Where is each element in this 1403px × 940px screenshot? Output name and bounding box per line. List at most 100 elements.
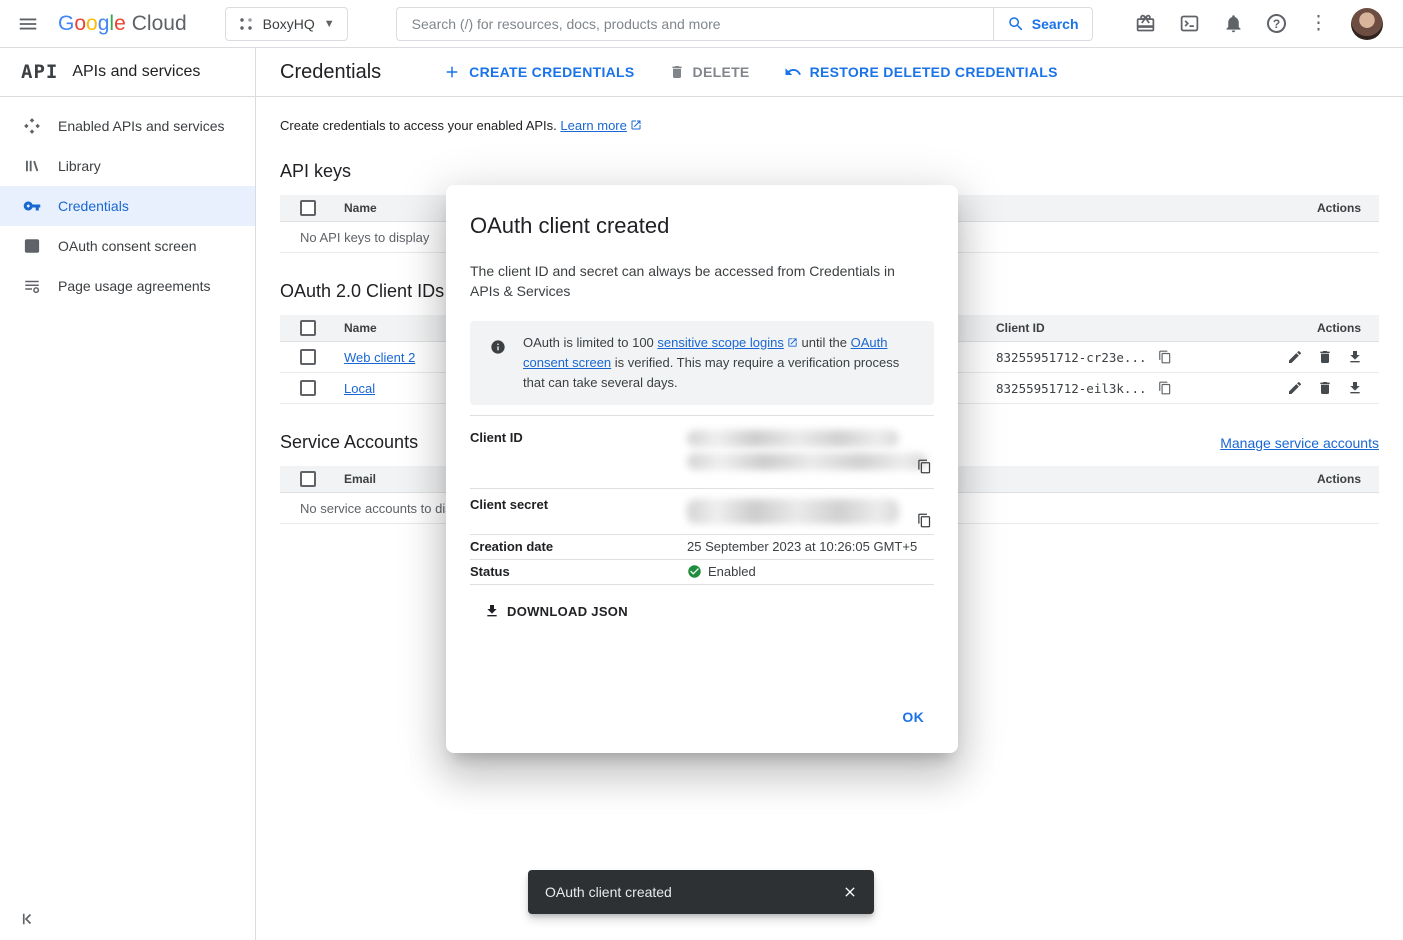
consent-screen-icon <box>23 237 41 255</box>
restore-deleted-credentials-button[interactable]: RESTORE DELETED CREDENTIALS <box>784 63 1058 81</box>
redacted-client-secret <box>687 499 899 524</box>
client-name-link[interactable]: Web client 2 <box>344 350 415 365</box>
key-icon <box>23 197 41 215</box>
service-accounts-section-title: Service Accounts <box>280 432 418 453</box>
ok-button[interactable]: OK <box>894 703 932 731</box>
sidebar-item-label: Enabled APIs and services <box>58 118 225 134</box>
notifications-bell-icon[interactable] <box>1223 13 1244 34</box>
collapse-sidebar-icon[interactable] <box>20 910 38 928</box>
edit-icon[interactable] <box>1287 349 1303 365</box>
column-header-actions: Actions <box>1317 201 1379 215</box>
sensitive-scope-logins-link[interactable]: sensitive scope logins <box>657 335 783 350</box>
client-secret-label: Client secret <box>470 497 687 524</box>
cloud-shell-icon[interactable] <box>1179 13 1200 34</box>
copy-client-id-icon[interactable] <box>917 459 932 474</box>
project-icon <box>238 16 254 32</box>
client-secret-row: Client secret <box>470 488 934 534</box>
page-header: Credentials CREATE CREDENTIALS DELETE RE… <box>256 48 1403 97</box>
client-id-label: Client ID <box>470 430 687 470</box>
status-check-icon <box>687 564 702 579</box>
sidebar-title: APIs and services <box>72 63 200 81</box>
delete-icon[interactable] <box>1317 349 1333 365</box>
plus-icon <box>443 63 461 81</box>
copy-icon[interactable] <box>1158 381 1172 395</box>
client-id-value: 83255951712-cr23e... <box>996 350 1147 365</box>
info-icon <box>490 339 506 393</box>
sidebar-item-library[interactable]: Library <box>0 146 255 186</box>
search-icon <box>1007 15 1025 33</box>
sidebar-header: API APIs and services <box>0 48 255 97</box>
dialog-title: OAuth client created <box>470 213 934 239</box>
client-id-row: Client ID <box>470 415 934 488</box>
header-checkbox[interactable] <box>300 471 316 487</box>
sidebar-item-label: Library <box>58 158 101 174</box>
api-keys-section-title: API keys <box>280 161 1379 182</box>
download-json-button[interactable]: DOWNLOAD JSON <box>476 597 636 625</box>
dialog-body: The client ID and secret can always be a… <box>470 261 918 301</box>
agreements-icon <box>23 277 41 295</box>
sidebar-item-label: Page usage agreements <box>58 278 211 294</box>
delete-icon[interactable] <box>1317 380 1333 396</box>
download-icon[interactable] <box>1347 380 1363 396</box>
delete-button[interactable]: DELETE <box>669 64 750 80</box>
header-checkbox[interactable] <box>300 320 316 336</box>
caret-down-icon: ▼ <box>324 18 335 30</box>
external-link-icon <box>630 119 642 131</box>
search-input[interactable] <box>396 7 993 41</box>
oauth-client-created-dialog: OAuth client created The client ID and s… <box>446 185 958 753</box>
topbar: Google Cloud BoxyHQ ▼ Search ? ⋮ <box>0 0 1403 48</box>
sidebar-nav: Enabled APIs and services Library Creden… <box>0 97 255 306</box>
search-bar: Search <box>396 7 1093 41</box>
more-vert-icon[interactable]: ⋮ <box>1309 14 1328 33</box>
search-button[interactable]: Search <box>993 7 1093 41</box>
notice-text: OAuth is limited to 100 sensitive scope … <box>523 333 918 393</box>
manage-service-accounts-link[interactable]: Manage service accounts <box>1220 435 1379 451</box>
dialog-fields: Client ID Client secret Creation date 25… <box>470 415 934 585</box>
status-label: Status <box>470 564 687 579</box>
client-name-link[interactable]: Local <box>344 381 375 396</box>
redacted-client-id <box>687 430 899 447</box>
sidebar-item-label: OAuth consent screen <box>58 238 197 254</box>
learn-more-link[interactable]: Learn more <box>560 118 626 133</box>
enabled-apis-icon <box>23 117 41 135</box>
sidebar-item-oauth-consent[interactable]: OAuth consent screen <box>0 226 255 266</box>
copy-client-secret-icon[interactable] <box>917 513 932 528</box>
notice-panel: OAuth is limited to 100 sensitive scope … <box>470 321 934 405</box>
trash-icon <box>669 64 685 80</box>
sidebar-item-page-usage[interactable]: Page usage agreements <box>0 266 255 306</box>
row-checkbox[interactable] <box>300 349 316 365</box>
hamburger-menu-icon[interactable] <box>0 0 56 48</box>
sidebar-item-label: Credentials <box>58 198 129 214</box>
status-value: Enabled <box>708 564 756 579</box>
google-cloud-logo: Google Cloud <box>58 12 187 36</box>
library-icon <box>23 157 41 175</box>
project-name: BoxyHQ <box>263 16 315 32</box>
download-json-icon <box>484 603 500 619</box>
column-header-client-id: Client ID <box>996 321 1249 335</box>
external-link-icon <box>787 337 798 348</box>
create-credentials-button[interactable]: CREATE CREDENTIALS <box>443 63 634 81</box>
redacted-client-id <box>687 453 927 470</box>
sidebar-item-credentials[interactable]: Credentials <box>0 186 255 226</box>
help-icon[interactable]: ? <box>1267 14 1286 33</box>
topbar-actions: ? ⋮ <box>1135 8 1403 40</box>
edit-icon[interactable] <box>1287 380 1303 396</box>
download-icon[interactable] <box>1347 349 1363 365</box>
header-checkbox[interactable] <box>300 200 316 216</box>
client-id-value: 83255951712-eil3k... <box>996 381 1147 396</box>
copy-icon[interactable] <box>1158 350 1172 364</box>
avatar[interactable] <box>1351 8 1383 40</box>
intro-text: Create credentials to access your enable… <box>280 118 1379 133</box>
snackbar-message: OAuth client created <box>545 884 672 900</box>
sidebar: API APIs and services Enabled APIs and s… <box>0 48 256 940</box>
project-selector[interactable]: BoxyHQ ▼ <box>225 7 348 41</box>
page-title: Credentials <box>280 61 381 84</box>
creation-date-row: Creation date 25 September 2023 at 10:26… <box>470 534 934 559</box>
sidebar-item-enabled-apis[interactable]: Enabled APIs and services <box>0 106 255 146</box>
gift-icon[interactable] <box>1135 13 1156 34</box>
creation-date-value: 25 September 2023 at 10:26:05 GMT+5 <box>687 539 934 554</box>
column-header-actions: Actions <box>1317 472 1379 486</box>
column-header-actions: Actions <box>1317 321 1379 335</box>
row-checkbox[interactable] <box>300 380 316 396</box>
snackbar-close-icon[interactable] <box>836 878 864 906</box>
